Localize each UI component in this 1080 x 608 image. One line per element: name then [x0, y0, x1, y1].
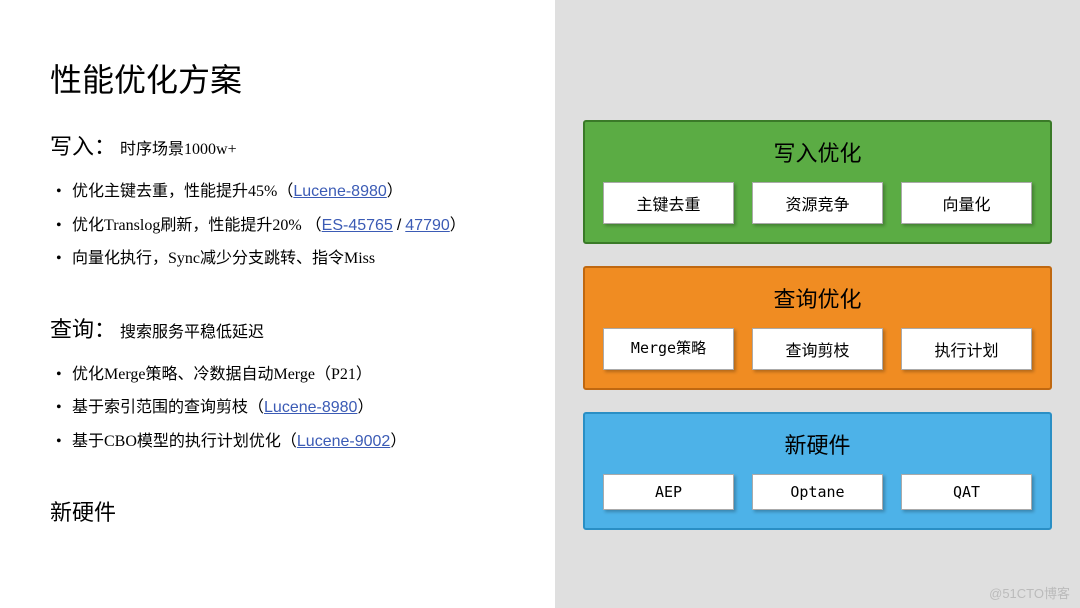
- link-47790[interactable]: 47790: [405, 217, 450, 234]
- right-panel: 写入优化 主键去重 资源竞争 向量化 查询优化 Merge策略 查询剪枝 执行计…: [555, 0, 1080, 608]
- box-write-opt: 写入优化 主键去重 资源竞争 向量化: [583, 120, 1052, 244]
- chip: Merge策略: [603, 328, 734, 370]
- query-heading: 查询：: [50, 317, 116, 342]
- slash: /: [397, 217, 401, 234]
- watermark: @51CTO博客: [989, 583, 1070, 602]
- list-item: 基于CBO模型的执行计划优化（Lucene-9002）: [50, 425, 535, 459]
- chips-row: 主键去重 资源竞争 向量化: [603, 182, 1032, 224]
- bullet-post: ）: [357, 399, 373, 416]
- left-panel: 性能优化方案 写入：时序场景1000w+ 优化主键去重，性能提升45%（Luce…: [0, 0, 555, 608]
- chip: Optane: [752, 474, 883, 510]
- box-hardware: 新硬件 AEP Optane QAT: [583, 412, 1052, 530]
- write-bullets: 优化主键去重，性能提升45%（Lucene-8980） 优化Translog刷新…: [50, 175, 535, 276]
- list-item: 优化Translog刷新，性能提升20% （ES-45765/47790）: [50, 209, 535, 243]
- chip: 执行计划: [901, 328, 1032, 370]
- link-lucene-8980-b[interactable]: Lucene-8980: [264, 399, 357, 416]
- hardware-heading: 新硬件: [50, 495, 535, 527]
- link-es-45765[interactable]: ES-45765: [322, 217, 393, 234]
- bullet-text: 优化Merge策略、冷数据自动Merge（P21）: [72, 366, 372, 383]
- write-sub: 时序场景1000w+: [120, 141, 237, 158]
- slide: 性能优化方案 写入：时序场景1000w+ 优化主键去重，性能提升45%（Luce…: [0, 0, 1080, 608]
- box-title: 新硬件: [603, 428, 1032, 460]
- slide-title: 性能优化方案: [50, 55, 535, 101]
- list-item: 向量化执行，Sync减少分支跳转、指令Miss: [50, 242, 535, 276]
- bullet-text: 向量化执行，Sync减少分支跳转、指令Miss: [72, 250, 375, 267]
- chip: 查询剪枝: [752, 328, 883, 370]
- bullet-post: ）: [387, 183, 403, 200]
- query-sub: 搜索服务平稳低延迟: [120, 324, 264, 341]
- list-item: 优化主键去重，性能提升45%（Lucene-8980）: [50, 175, 535, 209]
- box-query-opt: 查询优化 Merge策略 查询剪枝 执行计划: [583, 266, 1052, 390]
- chip: AEP: [603, 474, 734, 510]
- bullet-text: 优化主键去重，性能提升45%（: [72, 183, 293, 200]
- box-title: 写入优化: [603, 136, 1032, 168]
- bullet-text: 基于CBO模型的执行计划优化（: [72, 433, 297, 450]
- bullet-text: 基于索引范围的查询剪枝（: [72, 399, 264, 416]
- chips-row: Merge策略 查询剪枝 执行计划: [603, 328, 1032, 370]
- list-item: 基于索引范围的查询剪枝（Lucene-8980）: [50, 391, 535, 425]
- list-item: 优化Merge策略、冷数据自动Merge（P21）: [50, 358, 535, 392]
- bullet-post: ）: [450, 217, 466, 234]
- link-lucene-8980[interactable]: Lucene-8980: [293, 183, 386, 200]
- write-heading: 写入：: [50, 134, 116, 159]
- query-heading-row: 查询：搜索服务平稳低延迟: [50, 312, 535, 344]
- box-title: 查询优化: [603, 282, 1032, 314]
- chip: 资源竞争: [752, 182, 883, 224]
- bullet-post: ）: [390, 433, 406, 450]
- bullet-text: 优化Translog刷新，性能提升20% （: [72, 217, 322, 234]
- chips-row: AEP Optane QAT: [603, 474, 1032, 510]
- chip: QAT: [901, 474, 1032, 510]
- query-bullets: 优化Merge策略、冷数据自动Merge（P21） 基于索引范围的查询剪枝（Lu…: [50, 358, 535, 459]
- chip: 向量化: [901, 182, 1032, 224]
- chip: 主键去重: [603, 182, 734, 224]
- write-heading-row: 写入：时序场景1000w+: [50, 129, 535, 161]
- link-lucene-9002[interactable]: Lucene-9002: [297, 433, 390, 450]
